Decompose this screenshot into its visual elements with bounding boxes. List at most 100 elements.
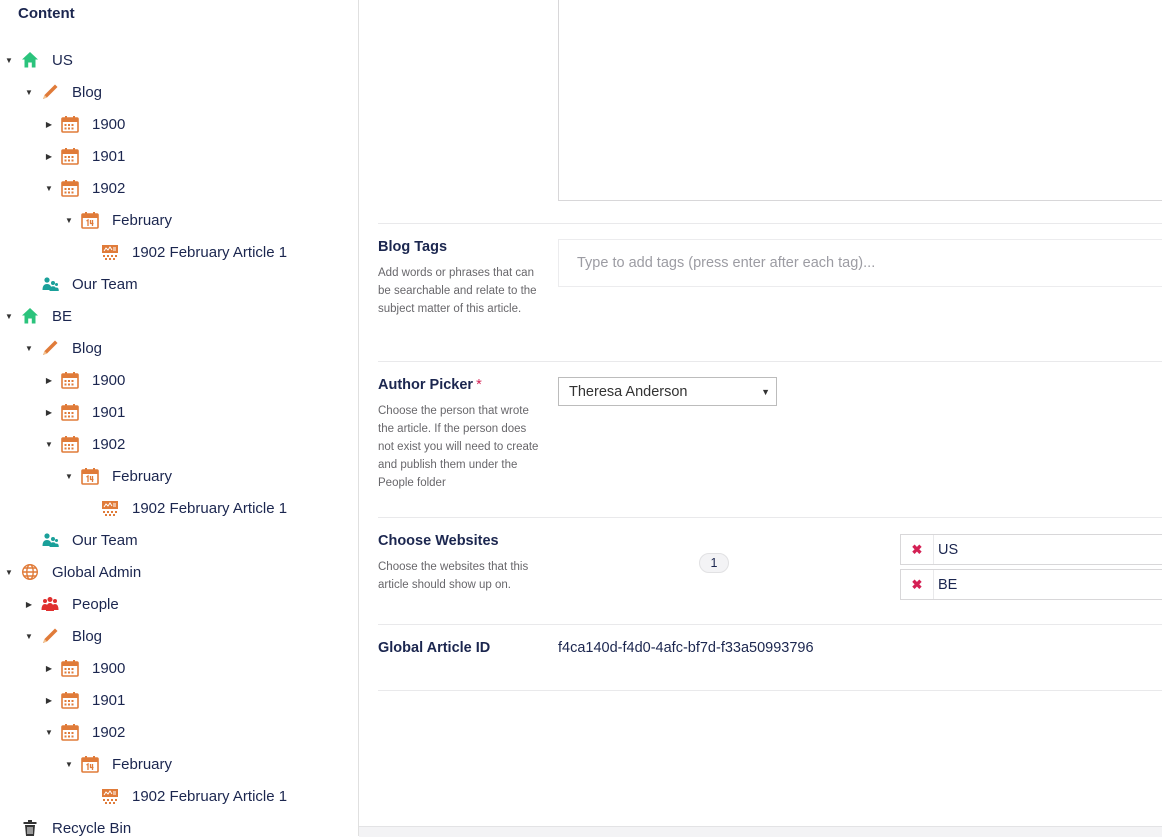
caret-down-icon[interactable]: ▼: [24, 343, 34, 353]
caret-right-icon[interactable]: ▶: [24, 599, 34, 609]
calendar-icon: [60, 722, 80, 742]
calendar-icon: [60, 690, 80, 710]
remove-icon[interactable]: ✖: [901, 535, 934, 564]
author-select[interactable]: Theresa Anderson ▼: [558, 377, 777, 406]
tree-node-label: 1901: [92, 691, 126, 709]
people-icon: [40, 594, 60, 614]
tree-node[interactable]: ▶ 1901: [0, 396, 358, 428]
caret-right-icon[interactable]: ▶: [44, 375, 54, 385]
tree-node[interactable]: ▼ February: [0, 748, 358, 780]
caret-down-icon[interactable]: ▼: [4, 567, 14, 577]
calendar-icon: [60, 370, 80, 390]
tree-node[interactable]: ▼ 1902: [0, 716, 358, 748]
tree-node[interactable]: Our Team: [0, 268, 358, 300]
calendar-icon: [60, 146, 80, 166]
tree-node[interactable]: ▼ BE: [0, 300, 358, 332]
tags-box: [558, 239, 1162, 287]
tree-node-label: Recycle Bin: [52, 819, 132, 837]
globe-icon: [20, 562, 40, 582]
tree-node[interactable]: ▼ Blog: [0, 332, 358, 364]
caret-right-icon[interactable]: ▶: [44, 151, 54, 161]
tree-node[interactable]: ▼ 1902: [0, 172, 358, 204]
tree-node[interactable]: Recycle Bin: [0, 812, 358, 836]
article-icon: [100, 498, 120, 518]
tree-node-label: 1902: [92, 179, 126, 197]
tree-node[interactable]: ▼ February: [0, 204, 358, 236]
tree-node[interactable]: 1902 February Article 1: [0, 236, 358, 268]
tree-node-label: US: [52, 51, 73, 69]
site-chip-label: US: [938, 541, 959, 558]
content-tree: ▼ US ▼ Blog ▶ 1900 ▶ 1901 ▼ 1902 ▼ February 1902 Feb…: [0, 44, 358, 836]
calendar-icon: [60, 658, 80, 678]
caret-down-icon[interactable]: ▼: [64, 215, 74, 225]
author-picker-description: Choose the person that wrote the article…: [378, 405, 539, 489]
choose-websites-label: Choose Websites: [378, 533, 499, 549]
caret-down-icon[interactable]: ▼: [4, 55, 14, 65]
tree-node[interactable]: ▼ Blog: [0, 620, 358, 652]
trash-icon: [20, 818, 40, 836]
tree-node[interactable]: ▼ 1902: [0, 428, 358, 460]
tree-node-label: 1902 February Article 1: [132, 787, 288, 805]
required-mark: *: [476, 377, 482, 393]
caret-down-icon[interactable]: ▼: [24, 631, 34, 641]
tree-node-label: 1901: [92, 403, 126, 421]
content-tree-sidebar: Content ▼ US ▼ Blog ▶ 1900 ▶ 1901 ▼ 1902 ▼ February…: [0, 0, 359, 836]
editor-panel: Blog Tags Add words or phrases that can …: [359, 0, 1162, 837]
tree-node[interactable]: ▶ 1900: [0, 108, 358, 140]
tree-node-label: 1902 February Article 1: [132, 499, 288, 517]
caret-down-icon[interactable]: ▼: [64, 759, 74, 769]
tree-node-label: Blog: [72, 339, 103, 357]
tree-node-label: 1902: [92, 435, 126, 453]
site-chip-us: ✖ US: [900, 534, 1162, 565]
caret-down-icon[interactable]: ▼: [4, 311, 14, 321]
tree-node[interactable]: ▶ People: [0, 588, 358, 620]
calendar-icon: [60, 434, 80, 454]
global-article-id-label: Global Article ID: [378, 640, 491, 656]
tree-node-label: 1902: [92, 723, 126, 741]
calendar-day-icon: [80, 210, 100, 230]
toggle-spacer: [24, 535, 34, 545]
remove-icon[interactable]: ✖: [901, 570, 934, 599]
article-icon: [100, 786, 120, 806]
caret-down-icon[interactable]: ▼: [44, 183, 54, 193]
site-chip-label: BE: [938, 576, 958, 593]
pencil-icon: [40, 82, 60, 102]
caret-right-icon[interactable]: ▶: [44, 663, 54, 673]
count-badge: 1: [699, 553, 729, 573]
team-icon: [40, 530, 60, 550]
tree-node-label: Blog: [72, 627, 103, 645]
blog-tags-description: Add words or phrases that can be searcha…: [378, 267, 537, 315]
tree-node-label: 1900: [92, 115, 126, 133]
home-icon: [20, 50, 40, 70]
caret-down-icon[interactable]: ▼: [44, 439, 54, 449]
tree-node[interactable]: ▼ Blog: [0, 76, 358, 108]
tree-node-label: Our Team: [72, 531, 138, 549]
tree-node[interactable]: ▼ US: [0, 44, 358, 76]
caret-down-icon[interactable]: ▼: [44, 727, 54, 737]
caret-right-icon[interactable]: ▶: [44, 407, 54, 417]
home-icon: [20, 306, 40, 326]
tree-node[interactable]: ▼ Global Admin: [0, 556, 358, 588]
tree-node[interactable]: 1902 February Article 1: [0, 780, 358, 812]
tree-node[interactable]: ▶ 1901: [0, 684, 358, 716]
tree-node[interactable]: Our Team: [0, 524, 358, 556]
caret-right-icon[interactable]: ▶: [44, 695, 54, 705]
calendar-icon: [60, 178, 80, 198]
tree-node[interactable]: ▶ 1900: [0, 364, 358, 396]
tree-node-label: 1901: [92, 147, 126, 165]
tags-input[interactable]: [575, 250, 1139, 276]
body-textarea[interactable]: [558, 0, 1162, 201]
caret-down-icon[interactable]: ▼: [64, 471, 74, 481]
caret-down-icon[interactable]: ▼: [24, 87, 34, 97]
divider: [378, 223, 1162, 224]
caret-right-icon[interactable]: ▶: [44, 119, 54, 129]
toggle-spacer: [24, 279, 34, 289]
bottom-bar: [359, 826, 1162, 837]
tree-node[interactable]: 1902 February Article 1: [0, 492, 358, 524]
tree-node[interactable]: ▶ 1900: [0, 652, 358, 684]
tree-node[interactable]: ▼ February: [0, 460, 358, 492]
tree-node-label: February: [112, 211, 173, 229]
site-chip-be: ✖ BE: [900, 569, 1162, 600]
tree-node-label: People: [72, 595, 119, 613]
tree-node[interactable]: ▶ 1901: [0, 140, 358, 172]
